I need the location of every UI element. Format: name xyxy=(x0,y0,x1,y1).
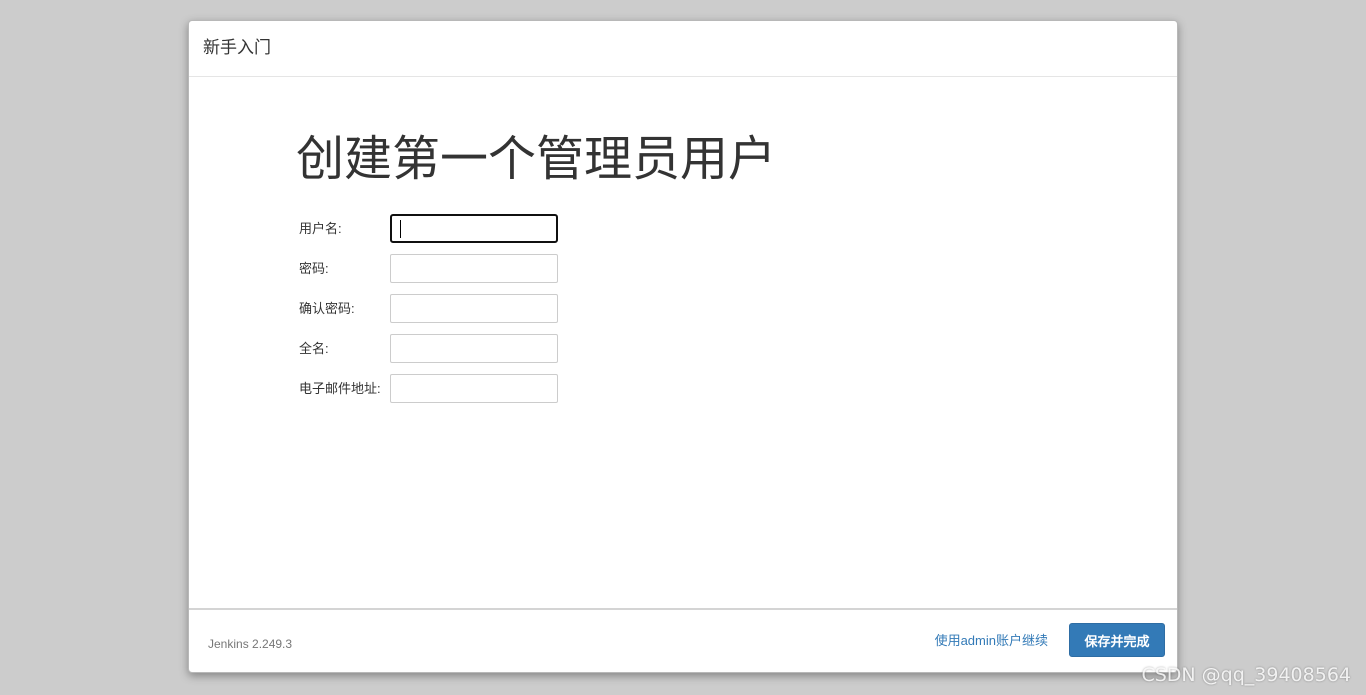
dialog-title: 新手入门 xyxy=(203,38,271,57)
setup-wizard-dialog: 新手入门 创建第一个管理员用户 用户名: 密码: 确认密码: 全名: 电子邮件地… xyxy=(188,20,1178,673)
username-label: 用户名: xyxy=(299,221,342,236)
form-row-fullname: 全名: xyxy=(299,334,699,364)
watermark: CSDN @qq_39408564 xyxy=(1141,664,1351,686)
form-row-confirm-password: 确认密码: xyxy=(299,294,699,324)
form-row-email: 电子邮件地址: xyxy=(299,374,699,404)
confirm-password-label: 确认密码: xyxy=(299,301,355,316)
dialog-body: 创建第一个管理员用户 用户名: 密码: 确认密码: 全名: 电子邮件地址: xyxy=(189,77,1177,611)
fullname-input[interactable] xyxy=(390,334,558,363)
username-input[interactable] xyxy=(390,214,558,243)
dialog-footer: Jenkins 2.249.3 使用admin账户继续 保存并完成 xyxy=(189,608,1177,672)
fullname-label: 全名: xyxy=(299,341,329,356)
password-label: 密码: xyxy=(299,261,329,276)
continue-as-admin-link[interactable]: 使用admin账户继续 xyxy=(935,633,1048,649)
confirm-password-input[interactable] xyxy=(390,294,558,323)
page-heading: 创建第一个管理员用户 xyxy=(296,133,777,186)
form-row-password: 密码: xyxy=(299,254,699,284)
version-label: Jenkins 2.249.3 xyxy=(208,637,293,651)
email-label: 电子邮件地址: xyxy=(299,381,381,396)
password-input[interactable] xyxy=(390,254,558,283)
save-and-finish-button[interactable]: 保存并完成 xyxy=(1069,623,1165,657)
form-row-username: 用户名: xyxy=(299,214,699,244)
email-input[interactable] xyxy=(390,374,558,403)
text-caret xyxy=(400,220,401,238)
dialog-header: 新手入门 xyxy=(189,21,1177,77)
